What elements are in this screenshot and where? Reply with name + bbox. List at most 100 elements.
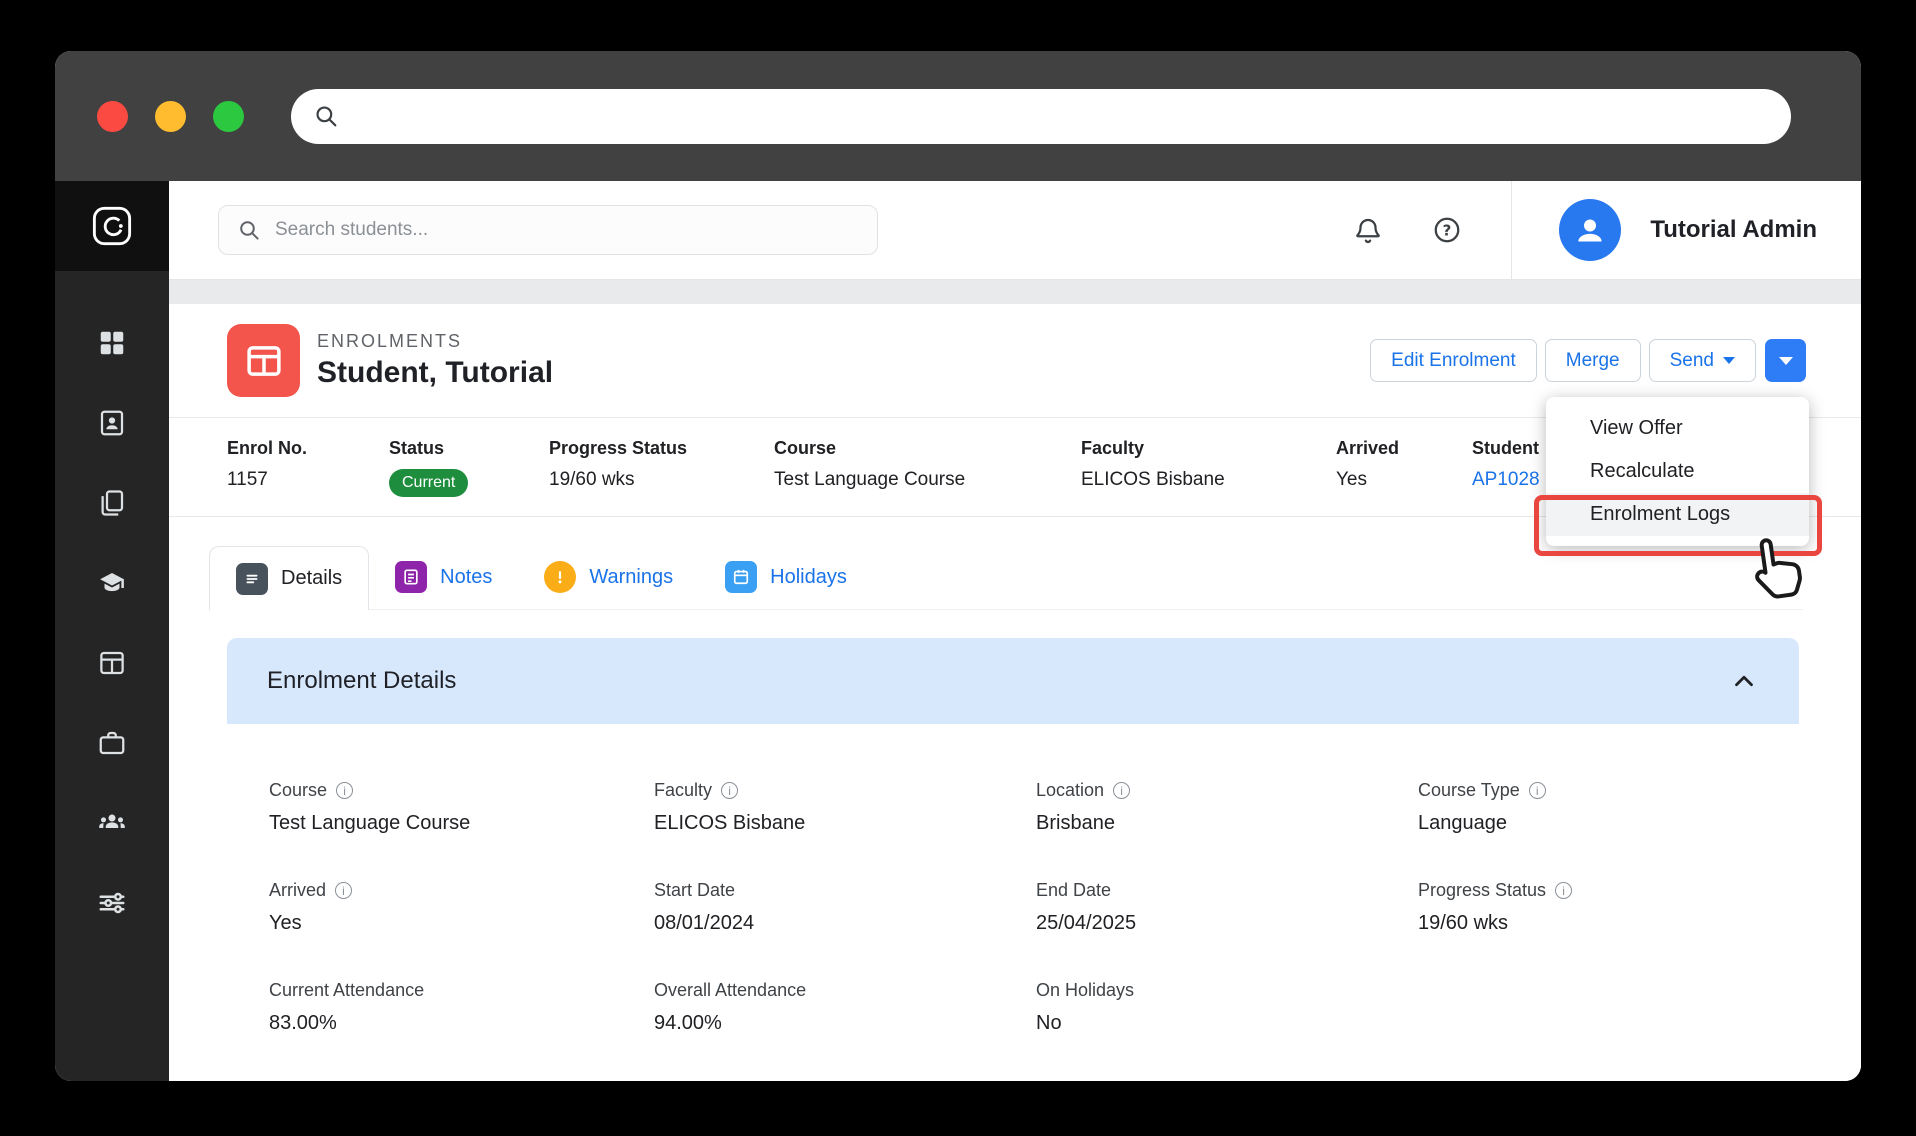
summary-field-status: Status Current <box>389 438 549 497</box>
summary-field-faculty: Faculty ELICOS Bisbane <box>1081 437 1225 490</box>
documents-icon <box>101 490 124 516</box>
status-badge: Current <box>389 468 469 497</box>
notes-icon <box>395 561 428 593</box>
field-arrived: Arrived Yes <box>269 880 654 935</box>
main-area: ? Tutorial Admin <box>169 181 1861 1081</box>
content-gap <box>169 280 1861 304</box>
enrolment-details-panel: Enrolment Details Course Test Language C… <box>227 638 1799 1075</box>
student-search-input[interactable] <box>273 218 877 242</box>
sidebar-item-settings[interactable] <box>55 863 169 943</box>
tab-holidays[interactable]: Holidays <box>699 545 873 609</box>
briefcase-icon <box>99 731 125 755</box>
header-actions: Edit Enrolment Merge Send <box>1370 339 1806 382</box>
svg-text:?: ? <box>1443 222 1452 240</box>
sidebar-item-work[interactable] <box>55 703 169 783</box>
enrolments-table-icon <box>246 345 281 376</box>
screenshot-stage: ? Tutorial Admin <box>0 0 1916 1136</box>
field-on-holidays: On Holidays No <box>1036 980 1135 1034</box>
user-name: Tutorial Admin <box>1650 216 1817 243</box>
tab-details[interactable]: Details <box>209 546 370 610</box>
sidebar-item-documents[interactable] <box>55 463 169 543</box>
menu-item-recalculate[interactable]: Recalculate <box>1546 450 1809 493</box>
module-eyebrow: ENROLMENTS <box>317 331 463 351</box>
send-dropdown-menu: View Offer Recalculate Enrolment Logs <box>1546 397 1809 546</box>
warning-icon <box>544 561 577 593</box>
traffic-lights <box>97 100 244 132</box>
sidebar-item-agents[interactable] <box>55 783 169 863</box>
sidebar <box>55 181 169 1081</box>
field-faculty: Faculty ELICOS Bisbane <box>654 780 1036 835</box>
nav-right: ? Tutorial Admin <box>1353 181 1861 279</box>
search-icon <box>316 106 337 127</box>
sidebar-item-students[interactable] <box>55 383 169 463</box>
tab-warnings[interactable]: Warnings <box>518 545 699 609</box>
address-input[interactable] <box>351 104 1791 128</box>
summary-field-course: Course Test Language Course <box>774 437 966 490</box>
user-avatar[interactable] <box>1559 199 1622 261</box>
app-window: ? Tutorial Admin <box>55 51 1861 1081</box>
zoom-button[interactable] <box>213 100 244 132</box>
people-group-icon <box>99 814 125 828</box>
sidebar-item-courses[interactable] <box>55 543 169 623</box>
info-icon[interactable] <box>1113 782 1131 799</box>
summary-field-progress: Progress Status 19/60 wks <box>549 437 688 490</box>
field-location: Location Brisbane <box>1036 780 1418 835</box>
student-search[interactable] <box>218 205 878 255</box>
chevron-down-icon <box>1778 356 1793 365</box>
info-icon[interactable] <box>336 782 354 799</box>
app-logo-icon <box>92 206 132 246</box>
search-icon <box>240 221 259 240</box>
summary-field-arrived: Arrived Yes <box>1336 437 1400 490</box>
sidebar-item-dashboard[interactable] <box>55 303 169 383</box>
sidebar-nav <box>55 303 169 943</box>
menu-item-view-offer[interactable]: View Offer <box>1546 407 1809 450</box>
field-course: Course Test Language Course <box>269 780 654 835</box>
chevron-down-icon <box>1723 357 1735 364</box>
help-button[interactable]: ? <box>1432 215 1462 245</box>
tab-notes[interactable]: Notes <box>369 545 518 609</box>
send-button[interactable]: Send <box>1648 339 1756 382</box>
app-logo[interactable] <box>55 181 169 271</box>
info-icon[interactable] <box>1555 882 1573 899</box>
info-icon[interactable] <box>1528 782 1546 799</box>
field-end-date: End Date 25/04/2025 <box>1036 880 1137 934</box>
field-overall-attendance: Overall Attendance 94.00% <box>654 980 807 1034</box>
top-nav: ? Tutorial Admin <box>169 181 1861 280</box>
field-current-attendance: Current Attendance 83.00% <box>269 980 425 1034</box>
field-start-date: Start Date 08/01/2024 <box>654 880 755 934</box>
calendar-icon <box>725 561 758 593</box>
browser-titlebar <box>55 51 1861 181</box>
contacts-icon <box>100 410 124 436</box>
person-icon <box>1578 219 1603 242</box>
minimize-button[interactable] <box>155 100 186 132</box>
more-actions-button[interactable] <box>1765 339 1806 382</box>
tune-icon <box>99 892 125 914</box>
notifications-button[interactable] <box>1353 215 1383 245</box>
panel-body: Course Test Language Course Faculty ELIC… <box>227 724 1799 1075</box>
details-icon <box>236 562 268 595</box>
merge-button[interactable]: Merge <box>1544 339 1641 382</box>
graduation-cap-icon <box>100 573 124 592</box>
tab-bar: Details Notes Warnings Holidays <box>209 545 1803 610</box>
sidebar-item-enrolments[interactable] <box>55 623 169 703</box>
panel-header[interactable]: Enrolment Details <box>227 638 1799 724</box>
edit-enrolment-button[interactable]: Edit Enrolment <box>1370 339 1537 382</box>
help-icon: ? <box>1434 217 1460 243</box>
field-progress-status: Progress Status 19/60 wks <box>1418 880 1799 935</box>
table-icon <box>100 651 124 675</box>
address-bar[interactable] <box>291 88 1791 144</box>
menu-item-enrolment-logs[interactable]: Enrolment Logs <box>1546 493 1809 536</box>
bell-icon <box>1356 218 1381 244</box>
close-button[interactable] <box>97 100 128 132</box>
enrolments-module-badge <box>227 324 300 397</box>
collapse-button[interactable] <box>1729 666 1759 696</box>
summary-field-enrol-no: Enrol No. 1157 <box>227 437 307 490</box>
page-title: Student, Tutorial <box>317 356 554 389</box>
dashboard-icon <box>100 331 124 355</box>
chevron-up-icon <box>1735 675 1753 687</box>
info-icon[interactable] <box>335 882 353 899</box>
nav-divider <box>1511 181 1513 279</box>
field-course-type: Course Type Language <box>1418 780 1799 835</box>
info-icon[interactable] <box>721 782 739 799</box>
panel-title: Enrolment Details <box>267 667 457 694</box>
